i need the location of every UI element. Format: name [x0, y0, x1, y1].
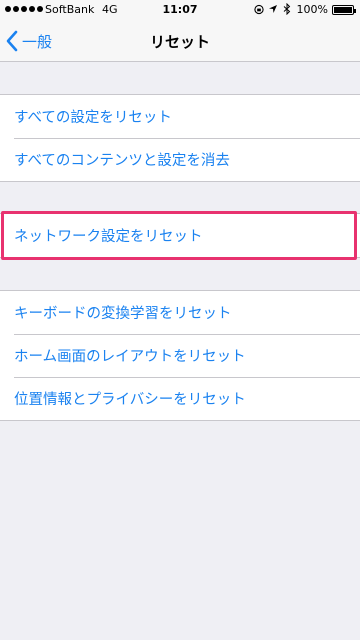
location-arrow-icon [268, 3, 278, 15]
row-label: 位置情報とプライバシーをリセット [14, 392, 246, 408]
orientation-lock-icon [254, 3, 264, 15]
reset-all-settings-row[interactable]: すべての設定をリセット [0, 95, 360, 138]
status-bar: SoftBank 4G 11:07 100% [0, 0, 360, 20]
row-label: すべての設定をリセット [14, 110, 172, 126]
highlight-box [1, 211, 357, 260]
reset-location-privacy-row[interactable]: 位置情報とプライバシーをリセット [0, 377, 360, 420]
battery-percentage: 100% [296, 3, 328, 16]
row-label: ホーム画面のレイアウトをリセット [14, 349, 246, 365]
reset-home-screen-layout-row[interactable]: ホーム画面のレイアウトをリセット [0, 334, 360, 377]
battery-icon [332, 5, 356, 15]
page-title: リセット [149, 33, 210, 51]
reset-group-1: すべての設定をリセット すべてのコンテンツと設定を消去 [0, 94, 360, 182]
bluetooth-icon [282, 3, 292, 15]
erase-all-content-row[interactable]: すべてのコンテンツと設定を消去 [0, 138, 360, 181]
reset-keyboard-dictionary-row[interactable]: キーボードの変換学習をリセット [0, 291, 360, 334]
reset-group-3: キーボードの変換学習をリセット ホーム画面のレイアウトをリセット 位置情報とプラ… [0, 290, 360, 421]
navigation-bar: 一般 リセット [0, 20, 360, 62]
row-label: キーボードの変換学習をリセット [14, 306, 232, 322]
row-label: すべてのコンテンツと設定を消去 [14, 153, 230, 169]
